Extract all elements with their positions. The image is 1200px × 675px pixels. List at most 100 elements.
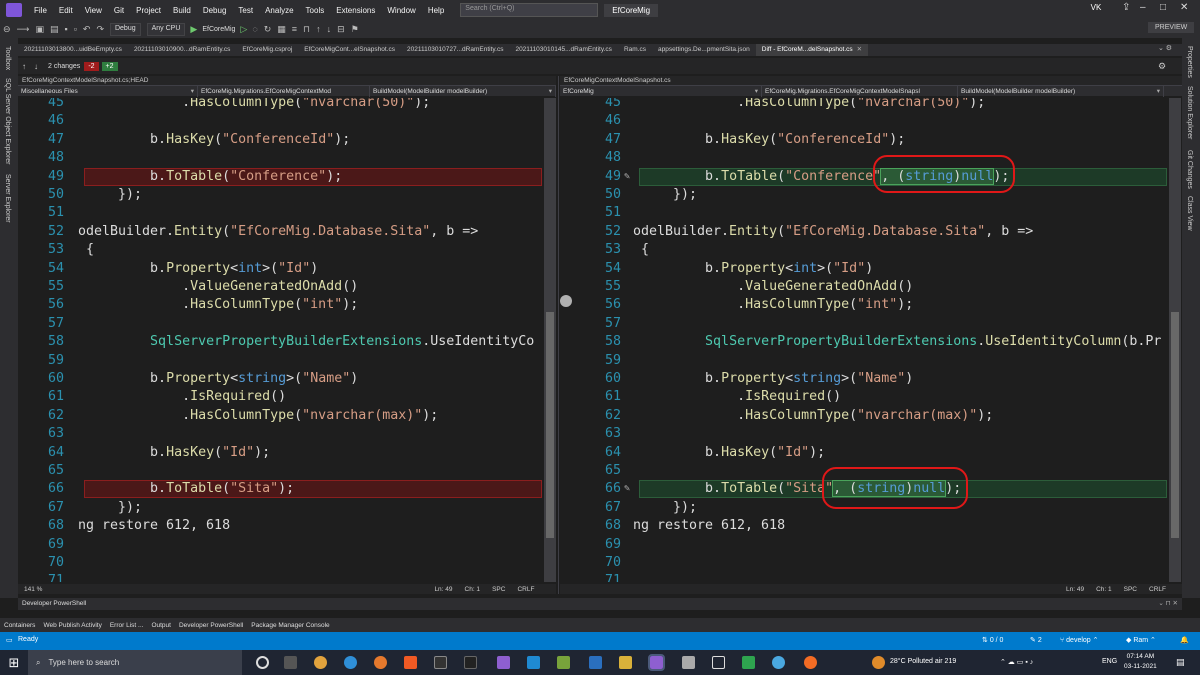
firefox-icon[interactable]	[374, 656, 387, 669]
menu-item-project[interactable]: Project	[130, 6, 167, 15]
menu-item-file[interactable]: File	[28, 6, 53, 15]
menu-item-extensions[interactable]: Extensions	[330, 6, 381, 15]
code-line[interactable]: 55 .ValueGeneratedOnAdd()	[575, 278, 1167, 296]
box-icon[interactable]	[712, 656, 725, 669]
brave-icon[interactable]	[404, 656, 417, 669]
bottom-tab[interactable]: Containers	[0, 622, 39, 629]
chrome-icon[interactable]	[314, 656, 327, 669]
close-tab-icon[interactable]: ✕	[857, 46, 862, 53]
right-project-dropdown[interactable]: EfCoreMig ▾	[560, 85, 762, 97]
code-line[interactable]: 52 odelBuilder.Entity("EfCoreMig.Database…	[18, 223, 542, 241]
down-icon[interactable]: ↓	[324, 24, 335, 34]
new-project-icon[interactable]: ▣	[32, 24, 47, 35]
pane-splitter[interactable]	[558, 76, 559, 594]
bottom-tab[interactable]: Developer PowerShell	[175, 622, 247, 629]
code-line[interactable]: 53 {	[575, 241, 1167, 259]
code-line[interactable]: 64 b.HasKey("Id");	[18, 444, 542, 462]
code-line[interactable]: 67 });	[18, 499, 542, 517]
class-view-tab[interactable]: Class View	[1186, 196, 1193, 231]
forward-icon[interactable]: ⟶	[14, 24, 33, 35]
code-line[interactable]: 70	[18, 554, 542, 572]
tab-overflow-icon[interactable]: ⌄ ⚙	[1158, 44, 1172, 52]
tab-active[interactable]: Diff - EfCoreM...delSnapshot.cs ✕	[755, 44, 869, 56]
code-line[interactable]: 68 ng restore 612, 618	[18, 517, 542, 535]
edge-icon[interactable]	[344, 656, 357, 669]
left-method-dropdown[interactable]: BuildModel(ModelBuilder modelBuilder) ▾	[370, 85, 556, 97]
right-class-dropdown[interactable]: EfCoreMig.Migrations.EfCoreMigContextMod…	[762, 85, 958, 97]
code-line[interactable]: 62 .HasColumnType("nvarchar(max)");	[18, 407, 542, 425]
avatar[interactable]: VK	[1086, 3, 1106, 17]
hot-reload-icon[interactable]: ◌	[249, 24, 260, 34]
code-line[interactable]: 67 });	[575, 499, 1167, 517]
bottom-tab[interactable]: Output	[147, 622, 175, 629]
notepad-icon[interactable]	[557, 656, 570, 669]
code-line[interactable]: 51	[18, 204, 542, 222]
code-line[interactable]: 47 b.HasKey("ConferenceId");	[575, 131, 1167, 149]
run-without-debug-icon[interactable]: ▷	[238, 24, 249, 35]
settings-icon[interactable]	[682, 656, 695, 669]
menu-item-build[interactable]: Build	[167, 6, 197, 15]
code-line[interactable]: 61 .IsRequired()	[575, 388, 1167, 406]
code-line[interactable]: 69	[18, 536, 542, 554]
code-line[interactable]: 49 b.ToTable("Conference");	[18, 167, 542, 186]
panel-controls-icon[interactable]: ⌄ ⊓ ✕	[1158, 598, 1178, 610]
language-indicator[interactable]: ENG	[1102, 658, 1117, 665]
tab[interactable]: EfCoreMig.csproj	[236, 44, 298, 56]
diff-settings-icon[interactable]: ⚙	[1158, 61, 1166, 72]
windows-start-icon[interactable]: ⊞	[0, 650, 28, 675]
left-scroll-thumb[interactable]	[546, 312, 554, 538]
refresh-icon[interactable]: ↻	[261, 24, 275, 35]
code-line[interactable]: 52 odelBuilder.Entity("EfCoreMig.Database…	[575, 223, 1167, 241]
code-line[interactable]: 71	[18, 572, 542, 582]
code-line[interactable]: 64 b.HasKey("Id");	[575, 444, 1167, 462]
back-icon[interactable]: ⊖	[0, 24, 14, 35]
menu-item-edit[interactable]: Edit	[53, 6, 79, 15]
code-line[interactable]: 61 .IsRequired()	[18, 388, 542, 406]
left-code-editor[interactable]: 45 .HasColumnType("nvarchar(50)"); 46 47 b…	[18, 98, 542, 582]
pin-icon[interactable]: ⚑	[348, 24, 362, 35]
properties-tab[interactable]: Properties	[1186, 46, 1193, 78]
run-icon[interactable]: ▶	[188, 24, 199, 35]
code-line[interactable]: 66 b.ToTable("Sita");	[18, 480, 542, 499]
task-view-icon[interactable]	[284, 656, 297, 669]
menu-item-help[interactable]: Help	[422, 6, 450, 15]
weather-text[interactable]: 28°C Polluted air 219	[890, 658, 956, 665]
code-line[interactable]: 54 b.Property<int>("Id")	[18, 260, 542, 278]
branch-selector[interactable]: ⑂ develop ⌃	[1060, 636, 1099, 644]
file-explorer-icon[interactable]	[619, 656, 632, 669]
configuration-select[interactable]: Debug	[109, 22, 141, 36]
undo-icon[interactable]: ↶	[80, 24, 94, 35]
code-line[interactable]: 46	[18, 112, 542, 130]
menu-item-test[interactable]: Test	[232, 6, 259, 15]
code-line[interactable]: 48	[18, 149, 542, 167]
taskbar-clock[interactable]: 07:14 AM 03-11-2021	[1124, 652, 1157, 672]
split-icon[interactable]: ⊟	[334, 24, 348, 35]
minimize-icon[interactable]: –	[1140, 2, 1146, 13]
bottom-tab[interactable]: Error List ...	[106, 622, 148, 629]
splitter-handle-icon[interactable]	[560, 295, 572, 307]
left-project-dropdown[interactable]: Miscellaneous Files ▾	[18, 85, 198, 97]
right-scroll-thumb[interactable]	[1171, 312, 1179, 538]
chat-icon[interactable]	[742, 656, 755, 669]
app-icon[interactable]	[464, 656, 477, 669]
tab[interactable]: appsettings.De...pmentSita.json	[652, 44, 756, 56]
tab[interactable]: 20211103010145...dRamEntity.cs	[509, 44, 617, 56]
close-icon[interactable]: ✕	[1180, 2, 1188, 13]
menu-item-debug[interactable]: Debug	[197, 6, 233, 15]
right-vertical-scrollbar[interactable]	[1169, 98, 1181, 582]
menu-item-git[interactable]: Git	[108, 6, 130, 15]
open-icon[interactable]: ▤	[47, 24, 62, 35]
code-line[interactable]: 50 });	[18, 186, 542, 204]
browser-icon[interactable]	[772, 656, 785, 669]
zoom-level[interactable]: 141 %	[18, 586, 48, 593]
code-line[interactable]: 65	[575, 462, 1167, 480]
code-line[interactable]: 46	[575, 112, 1167, 130]
right-method-dropdown[interactable]: BuildModel(ModelBuilder modelBuilder) ▾	[958, 85, 1164, 97]
run-target-label[interactable]: EfCoreMig	[199, 26, 238, 33]
code-line[interactable]: 70	[575, 554, 1167, 572]
code-line[interactable]: 48	[575, 149, 1167, 167]
code-line[interactable]: 57	[575, 315, 1167, 333]
visual-studio-preview-icon[interactable]	[648, 654, 665, 671]
taskbar-search-input[interactable]: ⌕ Type here to search	[28, 650, 242, 675]
menu-item-analyze[interactable]: Analyze	[259, 6, 299, 15]
